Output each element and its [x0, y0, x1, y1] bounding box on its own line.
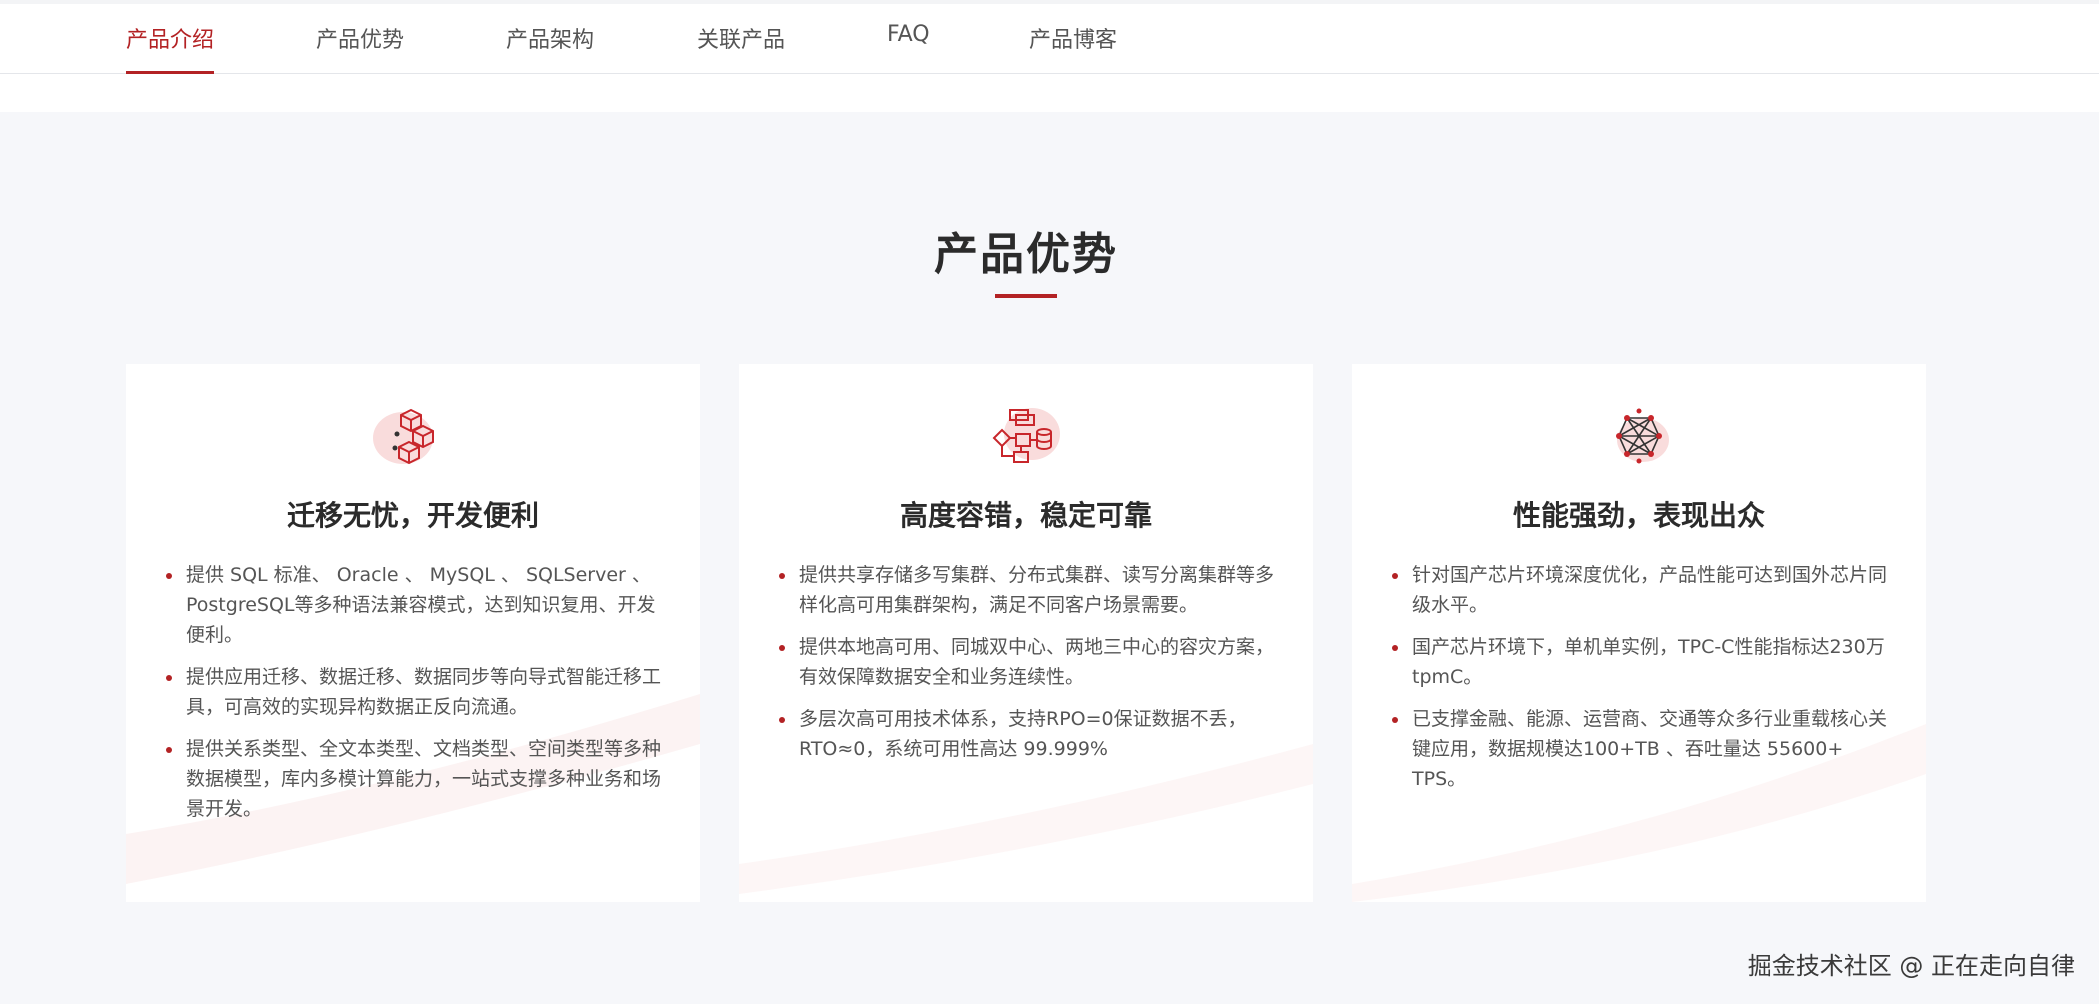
watermark-text: 掘金技术社区 @ 正在走向自律: [1747, 952, 2075, 980]
card-title: 迁移无忧，开发便利: [286, 499, 539, 532]
product-nav-bar: 产品介绍 产品优势 产品架构 关联产品 FAQ 产品博客: [0, 4, 2099, 74]
title-underline: [995, 294, 1057, 298]
list-item: 已支撑金融、能源、运营商、交通等众多行业重载核心关键应用，数据规模达100+TB…: [1390, 704, 1890, 794]
advantage-card-fault-tolerance: 高度容错，稳定可靠 提供共享存储多写集群、分布式集群、读写分离集群等多样化高可用…: [739, 364, 1313, 902]
tab-faq[interactable]: FAQ: [887, 22, 930, 74]
list-item: 提供关系类型、全文本类型、文档类型、空间类型等多种数据模型，库内多模计算能力，一…: [164, 734, 664, 824]
card-bullet-list: 针对国产芯片环境深度优化，产品性能可达到国外芯片同级水平。 国产芯片环境下，单机…: [1390, 560, 1890, 806]
cubes-icon: [373, 408, 434, 465]
tab-product-blog[interactable]: 产品博客: [1029, 22, 1117, 74]
list-item: 多层次高可用技术体系，支持RPO=0保证数据不丢，RTO≈0，系统可用性高达 9…: [777, 704, 1277, 764]
list-item: 提供共享存储多写集群、分布式集群、读写分离集群等多样化高可用集群架构，满足不同客…: [777, 560, 1277, 620]
list-item: 国产芯片环境下，单机单实例，TPC-C性能指标达230万tpmC。: [1390, 632, 1890, 692]
cluster-database-icon: [992, 408, 1060, 463]
section-title: 产品优势: [934, 229, 1118, 280]
card-bullet-list: 提供 SQL 标准、 Oracle 、 MySQL 、 SQLServer 、P…: [164, 560, 664, 836]
list-item: 提供本地高可用、同城双中心、两地三中心的容灾方案，有效保障数据安全和业务连续性。: [777, 632, 1277, 692]
tab-product-intro[interactable]: 产品介绍: [126, 22, 215, 74]
advantage-card-migration: 迁移无忧，开发便利 提供 SQL 标准、 Oracle 、 MySQL 、 SQ…: [126, 364, 700, 902]
tab-related-products[interactable]: 关联产品: [697, 22, 785, 74]
tab-product-advantages[interactable]: 产品优势: [316, 22, 404, 74]
list-item: 针对国产芯片环境深度优化，产品性能可达到国外芯片同级水平。: [1390, 560, 1890, 620]
card-title: 性能强劲，表现出众: [1512, 499, 1765, 532]
advantage-card-performance: 性能强劲，表现出众 针对国产芯片环境深度优化，产品性能可达到国外芯片同级水平。 …: [1352, 364, 1926, 902]
card-title: 高度容错，稳定可靠: [899, 499, 1152, 532]
list-item: 提供 SQL 标准、 Oracle 、 MySQL 、 SQLServer 、P…: [164, 560, 664, 650]
network-performance-icon: [1616, 408, 1669, 464]
tab-product-architecture[interactable]: 产品架构: [506, 22, 594, 74]
nav-spacer: [0, 74, 2099, 112]
card-bullet-list: 提供共享存储多写集群、分布式集群、读写分离集群等多样化高可用集群架构，满足不同客…: [777, 560, 1277, 776]
list-item: 提供应用迁移、数据迁移、数据同步等向导式智能迁移工具，可高效的实现异构数据正反向…: [164, 662, 664, 722]
